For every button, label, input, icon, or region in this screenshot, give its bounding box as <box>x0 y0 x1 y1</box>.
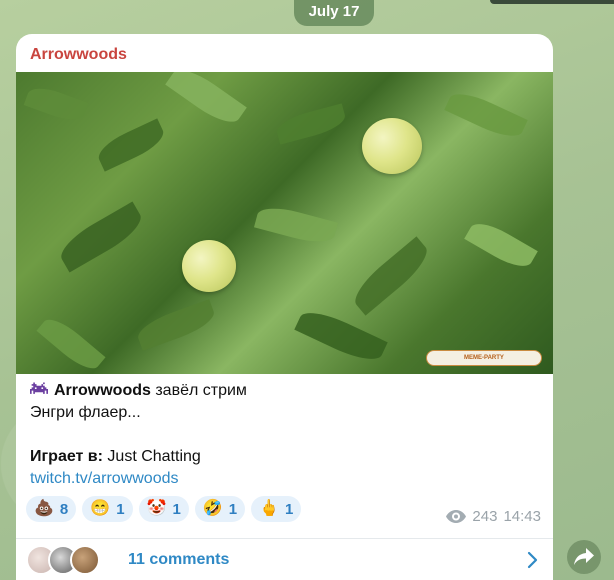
reaction-count: 1 <box>228 500 238 518</box>
stream-subtitle: Энгри флаер... <box>30 404 141 421</box>
avatar <box>70 545 100 575</box>
reaction-finger[interactable]: 🖕 1 <box>251 496 302 522</box>
view-count: 243 <box>472 508 498 525</box>
author-name[interactable]: Arrowwoods <box>54 382 151 399</box>
clown-emoji-icon: 🤡 <box>146 500 167 517</box>
empty-line <box>30 424 540 446</box>
message-meta: 243 14:43 <box>446 508 541 525</box>
share-arrow-icon <box>574 548 594 565</box>
reaction-count: 1 <box>284 500 294 518</box>
stream-line: Arrowwoods завёл стрим <box>30 380 540 402</box>
space-invader-icon <box>30 382 48 394</box>
reaction-grin[interactable]: 😁 1 <box>82 496 133 522</box>
date-separator: July 17 <box>294 0 374 26</box>
pomegranate-fruit <box>182 240 236 292</box>
grin-emoji-icon: 😁 <box>90 500 111 517</box>
poop-emoji-icon: 💩 <box>34 500 54 517</box>
action-text: завёл стрим <box>150 382 247 399</box>
finger-emoji-icon: 🖕 <box>259 500 279 517</box>
watermark-badge: MEME-PARTY <box>426 350 542 366</box>
pomegranate-fruit <box>362 118 422 174</box>
commenter-avatars <box>26 545 116 575</box>
top-right-overlay <box>490 0 614 4</box>
reaction-count: 8 <box>59 500 69 518</box>
playing-line: Играет в: Just Chatting <box>30 446 540 468</box>
reaction-poop[interactable]: 💩 8 <box>26 496 77 522</box>
channel-name[interactable]: Arrowwoods <box>30 46 127 64</box>
playing-value: Just Chatting <box>102 448 201 465</box>
post-photo[interactable]: MEME-PARTY <box>16 72 553 374</box>
message-time: 14:43 <box>503 508 541 525</box>
eye-icon <box>446 510 467 523</box>
reaction-count: 1 <box>116 500 125 518</box>
playing-label: Играет в: <box>30 448 103 465</box>
comments-label[interactable]: 11 comments <box>128 551 229 569</box>
chevron-right-icon <box>527 551 538 569</box>
reactions-bar: 💩 8 😁 1 🤡 1 🤣 1 🖕 1 <box>26 496 302 524</box>
reaction-rofl[interactable]: 🤣 1 <box>194 496 246 522</box>
message-text: Arrowwoods завёл стрим Энгри флаер... Иг… <box>30 380 540 490</box>
reaction-count: 1 <box>172 500 181 518</box>
reaction-clown[interactable]: 🤡 1 <box>138 496 189 522</box>
comments-bar[interactable]: 11 comments <box>16 538 553 580</box>
share-button[interactable] <box>567 540 601 574</box>
channel-post-card: Arrowwoods MEME-PARTY Arrowwoods завёл с… <box>16 34 553 580</box>
rofl-emoji-icon: 🤣 <box>202 500 223 517</box>
twitch-link[interactable]: twitch.tv/arrowwoods <box>30 468 540 490</box>
